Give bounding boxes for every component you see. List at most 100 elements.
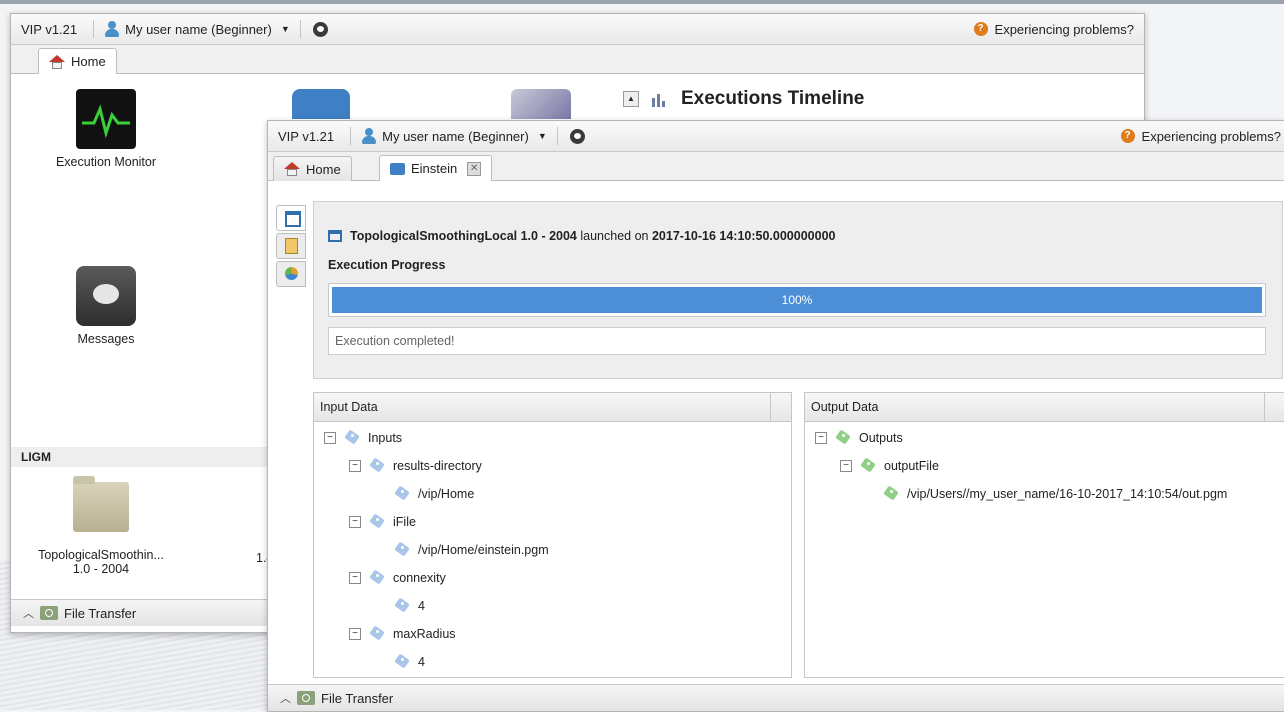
progress-fill: 100% xyxy=(332,287,1262,313)
tag-icon xyxy=(833,431,853,445)
execution-title: TopologicalSmoothingLocal 1.0 - 2004 lau… xyxy=(328,229,835,243)
input-header-label: Input Data xyxy=(320,400,378,414)
tab-home-label: Home xyxy=(306,161,341,177)
collapse-toggle[interactable]: − xyxy=(840,460,852,472)
collapse-icon[interactable]: ▲ xyxy=(623,91,639,107)
tree-node-param[interactable]: − iFile xyxy=(349,512,416,532)
top-bar: VIP v1.21 My user name (Beginner) ▼ ? Ex… xyxy=(11,14,1144,45)
image-app-icon[interactable] xyxy=(511,89,571,119)
collapse-toggle[interactable]: − xyxy=(324,432,336,444)
app-label: Execution Monitor xyxy=(55,155,157,169)
tree-node-param[interactable]: − results-directory xyxy=(349,456,482,476)
chevron-up-icon: ︿ xyxy=(280,693,291,705)
tree-node-label: iFile xyxy=(393,515,416,529)
collapse-toggle[interactable]: − xyxy=(349,628,361,640)
help-link[interactable]: ? Experiencing problems? xyxy=(1120,121,1281,151)
tag-icon xyxy=(392,655,412,669)
tab-home[interactable]: Home xyxy=(273,156,352,181)
collapse-toggle[interactable]: − xyxy=(349,516,361,528)
divider xyxy=(299,20,301,38)
tag-icon xyxy=(367,515,387,529)
tree-node-label: 4 xyxy=(418,655,425,669)
divider xyxy=(93,20,95,38)
launched-on-text: launched on xyxy=(580,229,649,243)
file-transfer-icon xyxy=(40,606,58,620)
top-edge-line xyxy=(0,0,1284,4)
app-folder-icon xyxy=(73,476,129,532)
file-transfer-label: File Transfer xyxy=(321,690,394,706)
close-icon[interactable]: ✕ xyxy=(467,161,482,176)
user-menu[interactable]: My user name (Beginner) ▼ xyxy=(100,21,294,37)
home-icon xyxy=(284,162,300,176)
user-menu[interactable]: My user name (Beginner) ▼ xyxy=(357,128,551,144)
tree-node-outputs[interactable]: − Outputs xyxy=(815,428,903,448)
tree-node-value[interactable]: /vip/Home xyxy=(392,484,474,504)
progress-label: Execution Progress xyxy=(328,258,446,272)
tag-icon xyxy=(392,543,412,557)
app-topological-smoothing[interactable]: TopologicalSmoothin... 1.0 - 2004 xyxy=(26,476,176,576)
user-icon xyxy=(104,21,120,37)
app-messages[interactable]: Messages xyxy=(41,266,171,346)
chevron-down-icon: ▼ xyxy=(280,24,290,34)
file-transfer-bar[interactable]: ︿ File Transfer xyxy=(268,684,1284,711)
side-tab-strip xyxy=(276,205,306,289)
chevron-down-icon: ▼ xyxy=(537,131,547,141)
tree-node-label: outputFile xyxy=(884,459,939,473)
tree-node-label: /vip/Home/einstein.pgm xyxy=(418,543,549,557)
column-separator xyxy=(1264,393,1265,421)
help-icon: ? xyxy=(1120,129,1135,143)
tag-icon xyxy=(367,571,387,585)
output-data-panel: Output Data − Outputs − outputFile /vip/… xyxy=(804,392,1284,678)
tree-node-label: results-directory xyxy=(393,459,482,473)
tree-node-label: Outputs xyxy=(859,431,903,445)
user-label: My user name (Beginner) xyxy=(382,128,529,144)
tree-node-output-file[interactable]: /vip/Users//my_user_name/16-10-2017_14:1… xyxy=(881,484,1227,504)
side-tab-summary[interactable] xyxy=(276,205,306,231)
tree-node-param[interactable]: − maxRadius xyxy=(349,624,456,644)
file-transfer-label: File Transfer xyxy=(64,605,137,621)
side-tab-logs[interactable] xyxy=(276,233,306,259)
tree-node-value[interactable]: 4 xyxy=(392,596,425,616)
activity-monitor-icon xyxy=(76,89,136,149)
help-label: Experiencing problems? xyxy=(1141,128,1281,144)
execution-window: VIP v1.21 My user name (Beginner) ▼ ? Ex… xyxy=(267,120,1284,712)
output-data-header: Output Data xyxy=(805,393,1284,422)
tag-icon xyxy=(392,487,412,501)
timeline-header: ▲ Executions Timeline xyxy=(623,88,864,110)
help-link[interactable]: ? Experiencing problems? xyxy=(973,14,1134,44)
execution-window-icon xyxy=(328,230,342,242)
collapse-toggle[interactable]: − xyxy=(815,432,827,444)
version-label: VIP v1.21 xyxy=(278,128,335,144)
collapse-toggle[interactable]: − xyxy=(349,460,361,472)
tree-node-label: Inputs xyxy=(368,431,403,445)
tag-icon xyxy=(881,487,901,501)
launch-date: 2017-10-16 14:10:50.000000000 xyxy=(651,229,836,243)
tree-node-param[interactable]: − outputFile xyxy=(840,456,939,476)
tag-icon xyxy=(392,599,412,613)
tree-node-inputs[interactable]: − Inputs xyxy=(324,428,402,448)
info-app-icon[interactable] xyxy=(292,89,350,119)
tree-node-label: /vip/Home xyxy=(418,487,475,501)
timeline-title: Executions Timeline xyxy=(681,88,865,109)
tree-node-value[interactable]: /vip/Home/einstein.pgm xyxy=(392,540,549,560)
tag-icon xyxy=(858,459,878,473)
messages-icon[interactable] xyxy=(312,21,328,37)
tree-node-label: 4 xyxy=(418,599,425,613)
tab-einstein[interactable]: Einstein ✕ xyxy=(379,155,493,181)
input-data-header: Input Data xyxy=(314,393,791,422)
side-tab-stats[interactable] xyxy=(276,261,306,287)
collapse-toggle[interactable]: − xyxy=(349,572,361,584)
chevron-up-icon: ︿ xyxy=(23,608,34,620)
divider xyxy=(556,127,558,145)
tree-node-param[interactable]: − connexity xyxy=(349,568,446,588)
tree-node-value[interactable]: 4 xyxy=(392,652,425,672)
app-version: 1.0 - 2004 xyxy=(72,562,130,576)
app-label: TopologicalSmoothin... xyxy=(38,548,164,562)
top-bar: VIP v1.21 My user name (Beginner) ▼ ? Ex… xyxy=(268,121,1284,152)
tab-home[interactable]: Home xyxy=(38,48,117,74)
tree-node-label: maxRadius xyxy=(393,627,456,641)
app-execution-monitor[interactable]: Execution Monitor xyxy=(41,89,171,169)
messages-icon[interactable] xyxy=(569,128,585,144)
tab-bar: Home Einstein ✕ xyxy=(268,152,1284,181)
file-transfer-icon xyxy=(297,691,315,705)
